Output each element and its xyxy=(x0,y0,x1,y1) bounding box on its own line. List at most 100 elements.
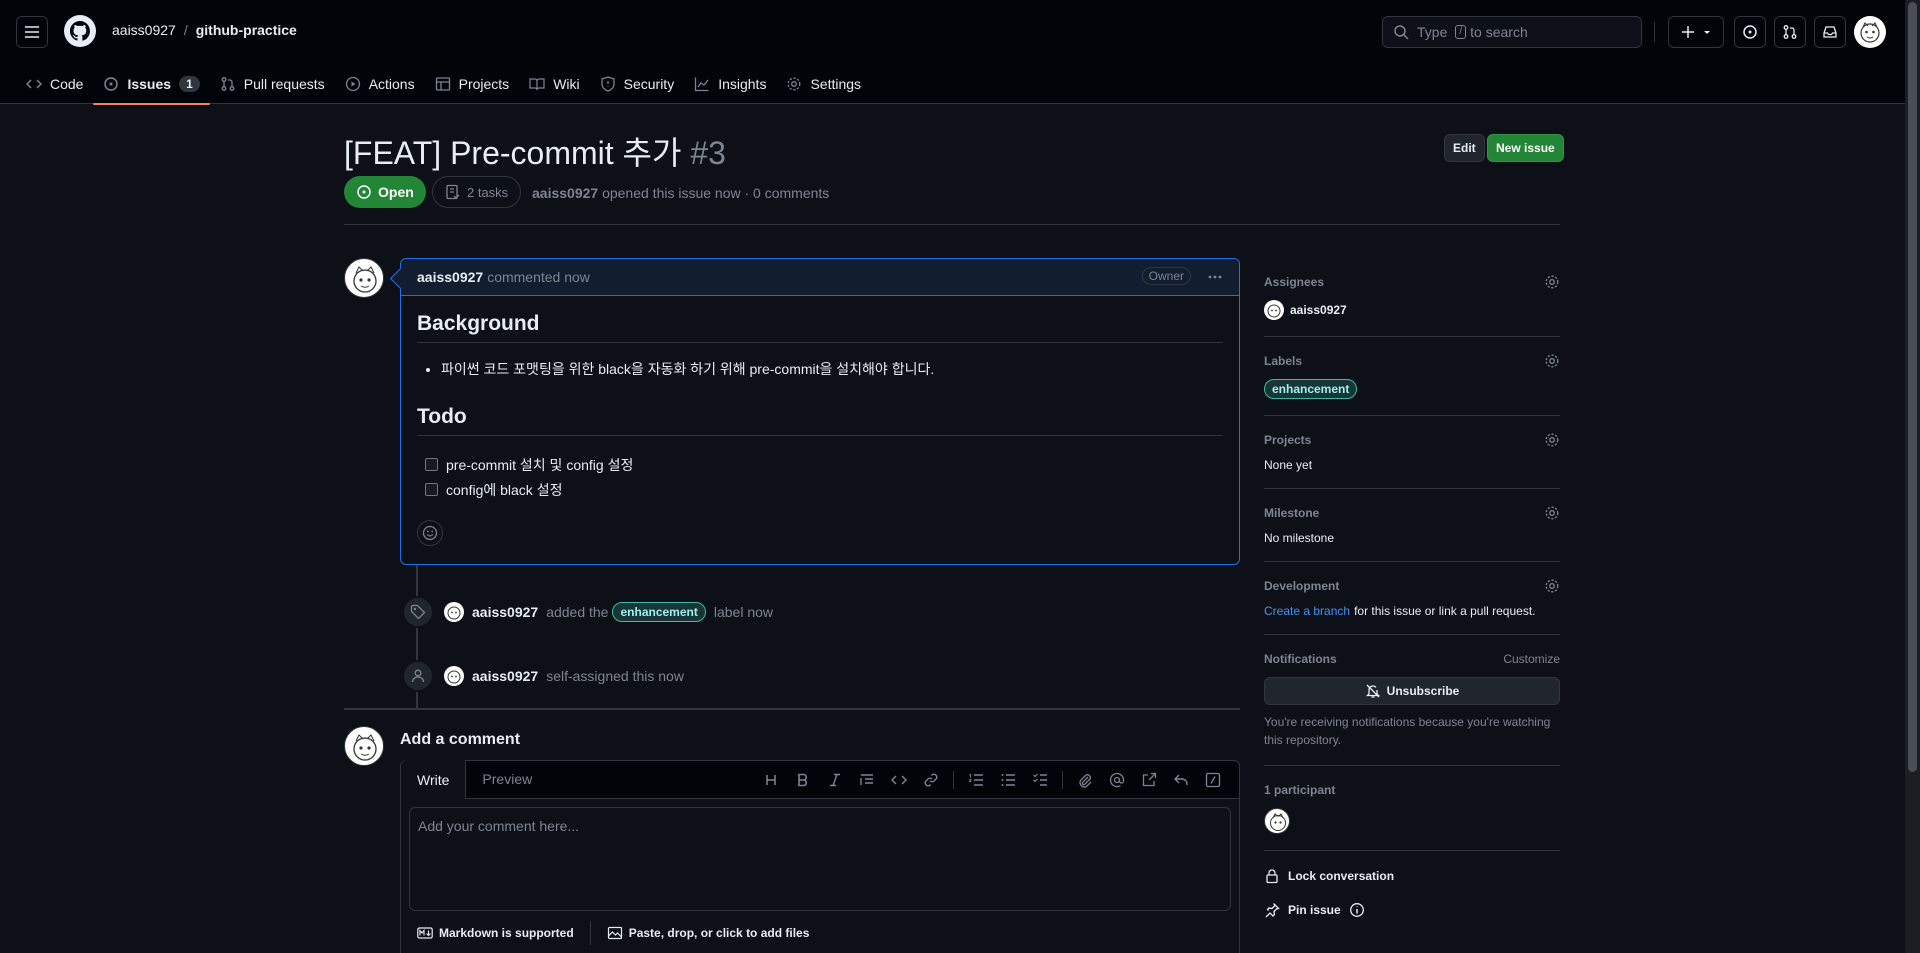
issue-title-text: [FEAT] Pre-commit 추가 xyxy=(344,135,682,171)
label-enhancement[interactable]: enhancement xyxy=(1264,379,1358,399)
tab-wiki[interactable]: Wiki xyxy=(519,64,589,104)
tab-security[interactable]: Security xyxy=(590,64,685,104)
labels-heading[interactable]: Labels xyxy=(1264,353,1560,369)
tab-preview[interactable]: Preview xyxy=(466,760,548,798)
avatar[interactable] xyxy=(444,602,464,622)
status-label: Open xyxy=(378,184,414,200)
timeline-event-labeled: aaiss0927 added the enhancement label no… xyxy=(402,596,773,628)
bold-icon[interactable] xyxy=(787,765,819,795)
tab-settings-label: Settings xyxy=(810,76,862,92)
gear-icon[interactable] xyxy=(1544,578,1560,594)
list-unordered-icon[interactable] xyxy=(992,765,1024,795)
inbox-icon xyxy=(1822,24,1838,40)
comment-body: Background 파이썬 코드 포맷팅을 위한 black을 자동화 하기 … xyxy=(401,296,1239,562)
new-issue-button[interactable]: New issue xyxy=(1487,134,1564,162)
page-scrollbar[interactable] xyxy=(1905,0,1920,953)
scrollbar-thumb[interactable] xyxy=(1908,2,1917,772)
tab-insights-label: Insights xyxy=(718,76,767,92)
shield-icon xyxy=(600,76,616,92)
mention-icon[interactable] xyxy=(1101,765,1133,795)
bell-slash-icon xyxy=(1365,683,1381,699)
sidebar-milestone: Milestone No milestone xyxy=(1264,489,1560,562)
heading-icon[interactable] xyxy=(755,765,787,795)
repo-owner-link[interactable]: aaiss0927 xyxy=(112,22,176,38)
italic-icon[interactable] xyxy=(819,765,851,795)
avatar[interactable] xyxy=(1264,808,1290,834)
pin-issue-button[interactable]: Pin issue xyxy=(1264,893,1560,927)
unsubscribe-button[interactable]: Unsubscribe xyxy=(1264,677,1560,705)
search-suffix: to search xyxy=(1470,24,1528,40)
tab-insights[interactable]: Insights xyxy=(684,64,776,104)
timeline-actor-link[interactable]: aaiss0927 xyxy=(472,604,538,620)
comment-author-link[interactable]: aaiss0927 xyxy=(417,269,483,285)
task-checkbox[interactable] xyxy=(425,458,438,471)
tab-projects[interactable]: Projects xyxy=(425,64,520,104)
avatar[interactable] xyxy=(344,726,384,766)
info-icon[interactable] xyxy=(1349,902,1365,918)
cross-reference-icon[interactable] xyxy=(1133,765,1165,795)
pin-icon xyxy=(1264,902,1280,918)
tab-issues-label: Issues xyxy=(127,76,172,92)
comment-textarea[interactable]: Add your comment here... xyxy=(409,807,1231,911)
issue-opened-icon xyxy=(356,184,372,200)
create-new-button[interactable] xyxy=(1668,16,1724,48)
create-branch-link[interactable]: Create a branch xyxy=(1264,604,1350,618)
repo-name-link[interactable]: github-practice xyxy=(196,22,297,38)
tab-issues[interactable]: Issues 1 xyxy=(93,64,211,105)
menu-button[interactable] xyxy=(16,16,48,48)
tab-pull-requests[interactable]: Pull requests xyxy=(210,64,335,104)
sidebar-labels: Labels enhancement xyxy=(1264,337,1560,416)
tasklist-icon[interactable] xyxy=(1024,765,1056,795)
slash-command-icon[interactable] xyxy=(1197,765,1229,795)
avatar[interactable] xyxy=(344,258,384,298)
gear-icon[interactable] xyxy=(1544,505,1560,521)
avatar[interactable] xyxy=(444,666,464,686)
comment-timestamp[interactable]: commented now xyxy=(487,269,590,285)
assignees-heading-label: Assignees xyxy=(1264,275,1325,289)
pull-requests-button[interactable] xyxy=(1774,16,1806,48)
book-icon xyxy=(529,76,545,92)
tab-settings[interactable]: Settings xyxy=(776,64,871,104)
link-icon[interactable] xyxy=(915,765,947,795)
reply-icon[interactable] xyxy=(1165,765,1197,795)
development-heading[interactable]: Development xyxy=(1264,578,1560,594)
github-logo-icon[interactable] xyxy=(64,15,96,47)
list-item: 파이썬 코드 포맷팅을 위한 black을 자동화 하기 위해 pre-comm… xyxy=(441,359,1223,379)
gear-icon[interactable] xyxy=(1544,353,1560,369)
issues-button[interactable] xyxy=(1734,16,1766,48)
search-input[interactable]: Type / to search xyxy=(1382,16,1642,48)
customize-link[interactable]: Customize xyxy=(1503,652,1560,666)
attach-files-button[interactable]: Paste, drop, or click to add files xyxy=(599,925,818,941)
tab-write[interactable]: Write xyxy=(401,760,467,799)
tasks-badge[interactable]: 2 tasks xyxy=(432,176,522,208)
issue-author-link[interactable]: aaiss0927 xyxy=(532,185,598,201)
tab-actions[interactable]: Actions xyxy=(335,64,425,104)
add-comment-heading: Add a comment xyxy=(400,731,521,748)
inbox-button[interactable] xyxy=(1814,16,1846,48)
list-ordered-icon[interactable] xyxy=(960,765,992,795)
code-icon xyxy=(26,76,42,92)
quote-icon[interactable] xyxy=(851,765,883,795)
gear-icon[interactable] xyxy=(1544,432,1560,448)
add-reaction-button[interactable] xyxy=(417,520,443,546)
lock-conversation-button[interactable]: Lock conversation xyxy=(1264,859,1560,893)
task-checkbox[interactable] xyxy=(425,483,438,496)
notifications-heading: Notifications Customize xyxy=(1264,651,1560,667)
tasks-label: 2 tasks xyxy=(467,184,509,200)
assignees-heading[interactable]: Assignees xyxy=(1264,274,1560,290)
milestone-heading[interactable]: Milestone xyxy=(1264,505,1560,521)
kebab-horizontal-icon[interactable] xyxy=(1207,269,1223,285)
code-icon[interactable] xyxy=(883,765,915,795)
top-bar: aaiss0927 / github-practice Type / to se… xyxy=(0,0,1920,64)
edit-button[interactable]: Edit xyxy=(1444,134,1485,162)
assignee-item[interactable]: aaiss0927 xyxy=(1264,300,1560,320)
markdown-supported-link[interactable]: Markdown is supported xyxy=(409,925,582,941)
timeline-actor-link[interactable]: aaiss0927 xyxy=(472,668,538,684)
tab-code[interactable]: Code xyxy=(16,64,93,104)
projects-heading[interactable]: Projects xyxy=(1264,432,1560,448)
gear-icon[interactable] xyxy=(1544,274,1560,290)
markdown-icon xyxy=(417,925,433,941)
label-enhancement[interactable]: enhancement xyxy=(612,602,706,622)
user-avatar[interactable] xyxy=(1854,16,1886,48)
paperclip-icon[interactable] xyxy=(1069,765,1101,795)
